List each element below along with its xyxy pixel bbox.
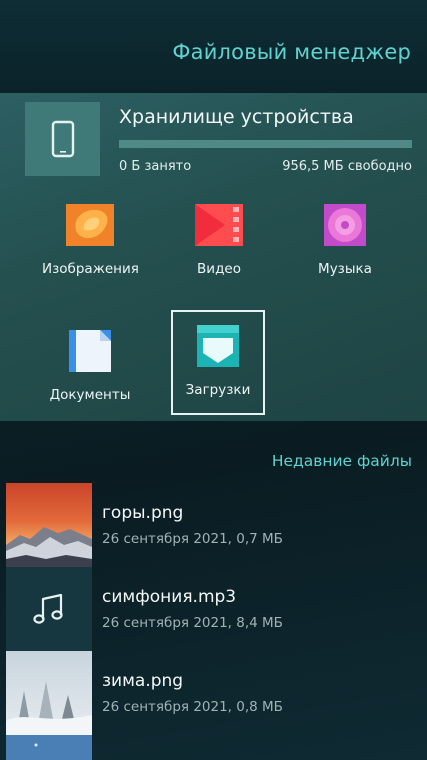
- category-music-label: Музыка: [318, 261, 372, 277]
- category-video-label: Видео: [197, 261, 241, 277]
- category-images[interactable]: Изображения: [42, 204, 139, 277]
- app-header: Файловый менеджер: [0, 0, 427, 93]
- app-title: Файловый менеджер: [172, 40, 411, 64]
- storage-used-text: 0 Б занято: [119, 159, 192, 174]
- storage-usage-bar: [119, 140, 412, 148]
- music-note-icon: [6, 567, 92, 651]
- music-disc-icon: [324, 204, 366, 246]
- file-meta: 26 сентября 2021, 0,8 МБ: [102, 699, 283, 715]
- video-icon: [195, 204, 243, 246]
- category-video[interactable]: Видео: [171, 204, 267, 277]
- file-meta: 26 сентября 2021, 0,7 МБ: [102, 531, 283, 547]
- recent-file-row[interactable]: симфония.mp3 26 сентября 2021, 8,4 МБ: [0, 567, 427, 651]
- images-icon: [66, 204, 114, 246]
- device-storage-button[interactable]: [25, 102, 100, 176]
- category-downloads[interactable]: Загрузки: [171, 310, 265, 415]
- category-documents[interactable]: Документы: [42, 330, 138, 403]
- document-icon: [69, 330, 111, 372]
- recent-file-row[interactable]: горы.png 26 сентября 2021, 0,7 МБ: [0, 483, 427, 567]
- recent-file-row[interactable]: зима.png 26 сентября 2021, 0,8 МБ: [0, 651, 427, 735]
- storage-title: Хранилище устройства: [119, 106, 354, 128]
- file-name: симфония.mp3: [102, 587, 237, 607]
- downloads-icon: [197, 325, 239, 367]
- image-thumbnail: [6, 735, 92, 760]
- mountains-image: [6, 483, 92, 567]
- category-documents-label: Документы: [49, 387, 131, 403]
- file-name: зима.png: [102, 671, 184, 691]
- phone-icon: [51, 120, 74, 158]
- category-downloads-label: Загрузки: [185, 382, 251, 398]
- winter-image: [6, 651, 92, 735]
- file-meta: 26 сентября 2021, 8,4 МБ: [102, 615, 283, 631]
- category-music[interactable]: Музыка: [297, 204, 393, 277]
- recent-file-row-partial[interactable]: [0, 735, 427, 760]
- recent-files-title: Недавние файлы: [271, 452, 412, 470]
- file-name: горы.png: [102, 503, 184, 523]
- storage-panel: Хранилище устройства 0 Б занято 956,5 МБ…: [0, 93, 427, 421]
- category-images-label: Изображения: [42, 261, 139, 277]
- storage-free-text: 956,5 МБ свободно: [282, 159, 412, 174]
